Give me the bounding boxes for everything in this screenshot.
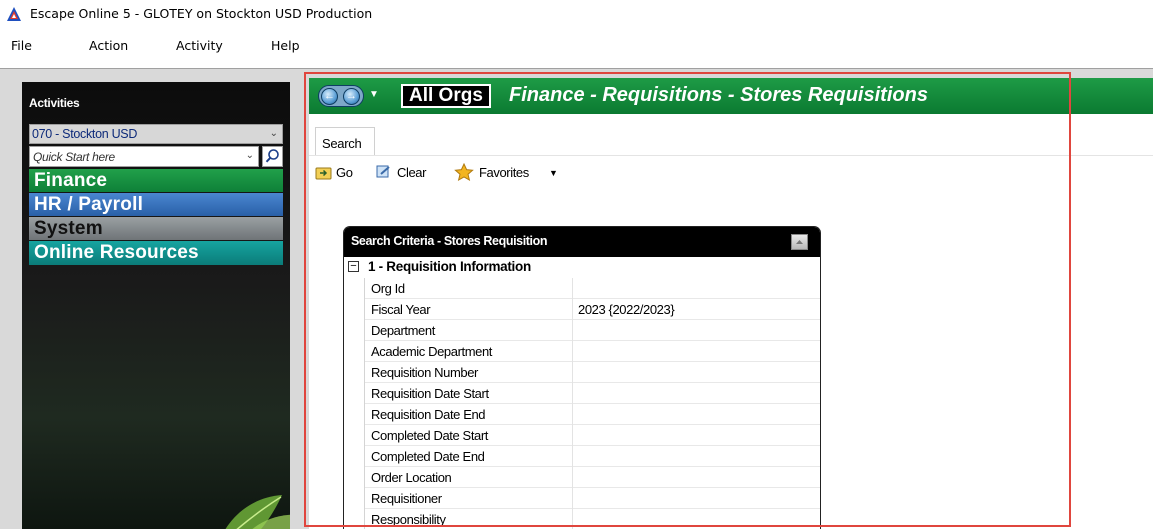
column-divider [572,278,573,299]
criteria-label: Academic Department [371,344,493,359]
nav-hr-payroll[interactable]: HR / Payroll [29,193,283,216]
title-bar: Escape Online 5 - GLOTEY on Stockton USD… [0,0,1153,26]
org-badge[interactable]: All Orgs [401,84,491,108]
column-divider [572,404,573,425]
criteria-label: Department [371,323,435,338]
district-select-value: 070 - Stockton USD [32,127,138,141]
criteria-row[interactable]: Order Location [365,467,820,488]
page-title: Finance - Requisitions - Stores Requisit… [509,84,928,106]
caret-up-icon [796,240,803,244]
criteria-row[interactable]: Requisition Number [365,362,820,383]
chevron-down-icon: ▼ [549,168,558,178]
criteria-row[interactable]: Department [365,320,820,341]
nav-online-resources[interactable]: Online Resources [29,241,283,265]
escape-logo-icon [7,7,21,21]
back-arrow-icon[interactable]: ← [321,88,338,105]
column-divider [572,320,573,341]
tab-divider [309,155,1153,156]
criteria-row[interactable]: Completed Date Start [365,425,820,446]
criteria-label: Requisitioner [371,491,442,506]
criteria-row[interactable]: Org Id [365,278,820,299]
clear-icon [376,165,390,178]
history-nav: ← → [318,85,364,107]
criteria-label: Requisition Number [371,365,478,380]
quick-start-input[interactable]: Quick Start here ⌄ [29,146,259,167]
chevron-down-icon: ⌄ [269,128,278,139]
collapse-minus-icon[interactable]: − [348,261,359,272]
quick-start-placeholder: Quick Start here [33,150,115,164]
nav-system[interactable]: System [29,217,283,240]
menu-bar: File Action Activity Help [0,32,1153,54]
search-criteria-header: Search Criteria - Stores Requisition [344,227,820,257]
section-title: 1 - Requisition Information [368,259,531,274]
column-divider [572,467,573,488]
criteria-row[interactable]: Responsibility [365,509,820,529]
menu-file[interactable]: File [11,38,32,53]
column-divider [572,446,573,467]
criteria-label: Org Id [371,281,405,296]
column-divider [572,488,573,509]
section-header[interactable]: − 1 - Requisition Information [344,257,820,278]
criteria-label: Completed Date Start [371,428,489,443]
menu-action[interactable]: Action [89,38,128,53]
criteria-value-field[interactable]: 2023 {2022/2023} [578,302,675,317]
tab-search-label: Search [322,136,362,151]
menu-activity[interactable]: Activity [176,38,223,53]
star-icon [454,163,474,181]
go-label: Go [336,165,353,180]
column-divider [572,383,573,404]
favorites-button[interactable]: Favorites ▼ [454,163,564,183]
menu-help[interactable]: Help [271,38,300,53]
criteria-grid: Org Id Fiscal Year 2023 {2022/2023} Departm… [364,278,820,529]
criteria-row[interactable]: Requisition Date Start [365,383,820,404]
column-divider [572,509,573,529]
criteria-label: Requisition Date Start [371,386,489,401]
criteria-label: Completed Date End [371,449,485,464]
criteria-label: Fiscal Year [371,302,431,317]
criteria-row[interactable]: Fiscal Year 2023 {2022/2023} [365,299,820,320]
divider [0,68,1153,69]
column-divider [572,425,573,446]
clear-label: Clear [397,165,427,180]
search-criteria-title: Search Criteria - Stores Requisition [351,234,548,248]
window-title: Escape Online 5 - GLOTEY on Stockton USD… [30,6,373,21]
clear-button[interactable]: Clear [375,163,441,183]
go-icon [315,167,332,180]
criteria-row[interactable]: Requisition Date End [365,404,820,425]
title-banner: ← → ▼ All Orgs Finance - Requisitions - … [309,78,1153,114]
decorative-leaf-image [225,495,290,529]
forward-arrow-icon[interactable]: → [343,88,360,105]
history-dropdown-icon[interactable]: ▼ [369,89,379,100]
tab-search[interactable]: Search [315,127,375,155]
search-criteria-panel: Search Criteria - Stores Requisition − 1… [343,226,821,529]
quick-start-search-button[interactable] [262,146,283,167]
column-divider [572,299,573,320]
collapse-panel-button[interactable] [791,234,808,250]
nav-finance[interactable]: Finance [29,169,283,192]
criteria-row[interactable]: Academic Department [365,341,820,362]
column-divider [572,341,573,362]
activities-sidebar: Activities 070 - Stockton USD ⌄ Quick St… [22,82,290,529]
criteria-row[interactable]: Completed Date End [365,446,820,467]
criteria-label: Order Location [371,470,452,485]
criteria-row[interactable]: Requisitioner [365,488,820,509]
main-panel: ← → ▼ All Orgs Finance - Requisitions - … [309,78,1153,529]
column-divider [572,362,573,383]
sidebar-heading: Activities [29,96,80,110]
search-icon [265,149,279,163]
chevron-down-icon[interactable]: ⌄ [246,150,254,161]
favorites-label: Favorites [479,165,529,180]
criteria-label: Responsibility [371,512,446,527]
go-button[interactable]: Go [315,163,365,183]
criteria-label: Requisition Date End [371,407,486,422]
district-select[interactable]: 070 - Stockton USD ⌄ [29,124,283,144]
